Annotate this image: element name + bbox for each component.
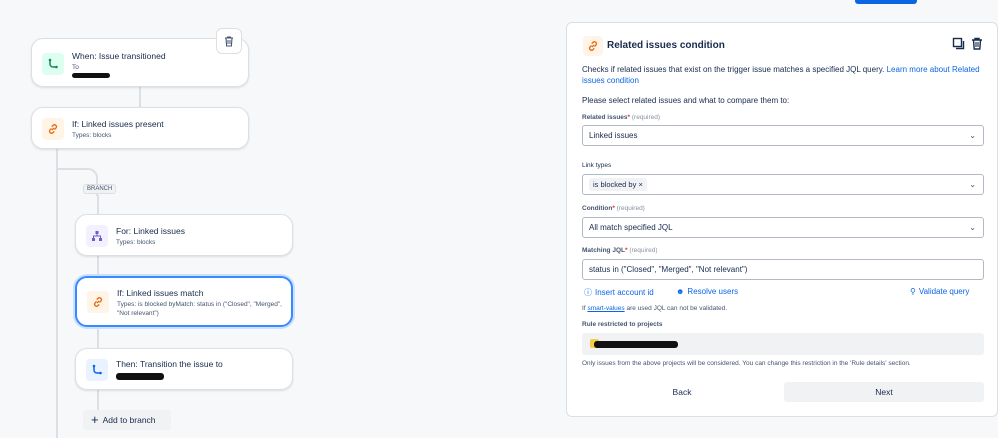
- condition-label: Condition* (required): [582, 205, 645, 212]
- match-subtitle: Types: is blocked byMatch: status in ("C…: [117, 301, 282, 317]
- link-type-chip: is blocked by ×: [589, 178, 647, 191]
- transition-icon: [86, 359, 108, 381]
- search-icon: ⚲: [910, 287, 916, 296]
- related-issues-select[interactable]: Linked issues ⌄: [582, 125, 984, 146]
- panel-description: Checks if related issues that exist on t…: [582, 65, 980, 85]
- link-icon: [42, 118, 64, 140]
- link-types-label: Link types: [582, 162, 612, 169]
- redacted-mark: [72, 73, 110, 78]
- panel-instruction: Please select related issues and what to…: [582, 96, 790, 105]
- link-types-select[interactable]: is blocked by × ⌄: [582, 174, 984, 195]
- redacted-mark: [594, 341, 678, 348]
- chevron-down-icon: ⌄: [969, 223, 976, 232]
- condition-subtitle: Types: blocks: [72, 132, 112, 139]
- jql-input[interactable]: status in ("Closed", "Merged", "Not rele…: [582, 259, 984, 280]
- condition-title: If: Linked issues present: [72, 119, 164, 129]
- delete-trigger-button[interactable]: [216, 28, 242, 54]
- trash-icon: [225, 35, 233, 47]
- connector: [139, 87, 141, 107]
- next-button[interactable]: Next: [784, 382, 984, 402]
- projects-label: Rule restricted to projects: [582, 321, 663, 328]
- trigger-subtitle: To: [72, 63, 252, 81]
- chevron-down-icon: ⌄: [969, 131, 976, 140]
- branch-icon: [86, 225, 108, 247]
- back-button[interactable]: Back: [582, 382, 782, 402]
- add-to-branch-button[interactable]: + Add to branch: [83, 410, 171, 430]
- redacted-mark: [116, 373, 164, 380]
- for-card[interactable]: For: Linked issues Types: blocks: [75, 214, 293, 256]
- remove-chip-icon[interactable]: ×: [638, 180, 642, 189]
- validate-query-button[interactable]: ⚲ Validate query: [910, 287, 969, 296]
- trash-icon[interactable]: [971, 37, 983, 50]
- link-icon: [87, 291, 109, 313]
- trigger-title: When: Issue transitioned: [72, 51, 166, 61]
- match-card[interactable]: If: Linked issues match Types: is blocke…: [75, 276, 293, 327]
- then-title: Then: Transition the issue to: [116, 359, 223, 369]
- users-icon: ☻: [676, 287, 685, 296]
- info-icon: ⓘ: [584, 288, 592, 297]
- projects-note: Only issues from the above projects will…: [582, 360, 911, 367]
- for-subtitle: Types: blocks: [116, 239, 156, 246]
- panel-title: Related issues condition: [607, 40, 725, 51]
- plus-icon: +: [91, 412, 99, 427]
- for-title: For: Linked issues: [116, 226, 185, 236]
- jql-label: Matching JQL* (required): [582, 247, 658, 254]
- related-issues-label: Related issues* (required): [582, 114, 661, 121]
- projects-field: [582, 333, 984, 355]
- smart-values-note: If smart-values are used JQL can not be …: [582, 305, 728, 312]
- transition-icon: [42, 53, 64, 75]
- branch-label: BRANCH: [83, 184, 117, 194]
- condition-select[interactable]: All match specified JQL ⌄: [582, 217, 984, 238]
- add-to-branch-label: Add to branch: [102, 415, 156, 425]
- chevron-down-icon: ⌄: [969, 180, 976, 189]
- then-redacted: [116, 373, 296, 383]
- top-primary-button[interactable]: [855, 0, 917, 4]
- link-icon: [583, 36, 603, 56]
- condition-card[interactable]: If: Linked issues present Types: blocks: [31, 107, 249, 149]
- match-title: If: Linked issues match: [117, 288, 204, 298]
- smart-values-link[interactable]: smart-values: [587, 305, 624, 312]
- copy-icon[interactable]: [952, 37, 965, 50]
- insert-account-id-button[interactable]: ⓘ Insert account id: [584, 287, 654, 298]
- config-panel: Related issues condition Checks if relat…: [566, 22, 998, 417]
- then-card[interactable]: Then: Transition the issue to: [75, 348, 293, 390]
- resolve-users-button[interactable]: ☻ Resolve users: [676, 287, 738, 296]
